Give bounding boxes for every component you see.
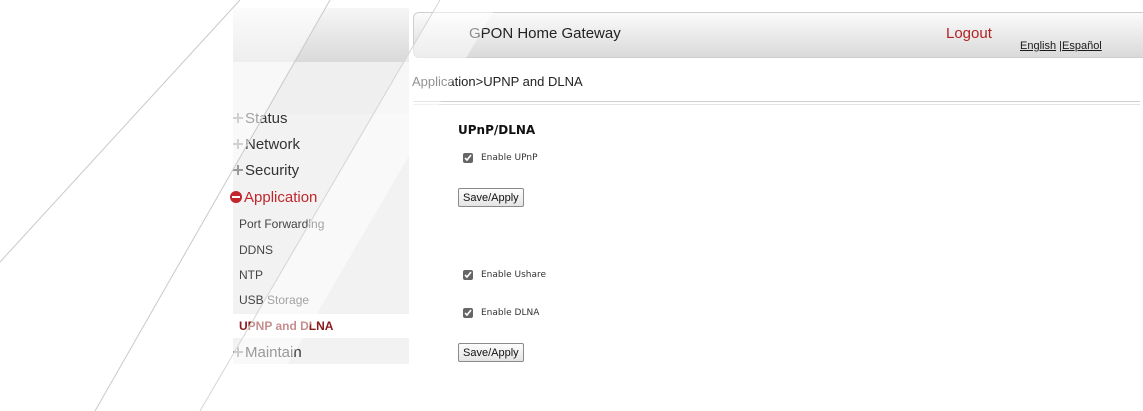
sidebar-item-network[interactable]: Network bbox=[233, 133, 409, 155]
sidebar-header-band bbox=[233, 8, 409, 62]
enable-ushare-row: Enable Ushare bbox=[463, 270, 546, 280]
watermark bbox=[0, 0, 500, 411]
sidebar-item-usb-storage[interactable]: USB Storage bbox=[233, 288, 409, 312]
sidebar-item-application[interactable]: Application bbox=[230, 186, 409, 208]
sidebar-item-label: DDNS bbox=[239, 243, 274, 257]
enable-ushare-checkbox[interactable] bbox=[463, 270, 473, 280]
sidebar: Status Network Security Application Port… bbox=[230, 8, 409, 368]
enable-dlna-row: Enable DLNA bbox=[463, 308, 539, 318]
sidebar-item-label: Network bbox=[245, 135, 301, 153]
sidebar-item-label: Port Forwarding bbox=[239, 217, 325, 231]
collapse-minus-icon bbox=[230, 191, 242, 203]
sidebar-item-security[interactable]: Security bbox=[233, 159, 409, 181]
sidebar-item-label: Maintain bbox=[245, 343, 302, 361]
language-switcher: English |Español bbox=[1020, 40, 1102, 52]
sidebar-item-label: USB Storage bbox=[239, 293, 310, 307]
espanol-link[interactable]: Español bbox=[1062, 40, 1102, 52]
sidebar-item-label: Status bbox=[245, 109, 288, 127]
top-header: GPON Home Gateway Logout English |Españo… bbox=[413, 12, 1143, 58]
expand-plus-icon bbox=[233, 113, 243, 123]
sidebar-item-label: NTP bbox=[239, 268, 263, 282]
logout-link[interactable]: Logout bbox=[946, 25, 992, 42]
upnp-save-apply-button[interactable]: Save/Apply bbox=[458, 188, 524, 207]
header-divider bbox=[413, 101, 1140, 105]
sidebar-item-label: Security bbox=[245, 161, 300, 179]
sidebar-item-ntp[interactable]: NTP bbox=[233, 263, 409, 287]
sidebar-item-maintain[interactable]: Maintain bbox=[233, 341, 409, 363]
sidebar-item-label: UPNP and DLNA bbox=[239, 319, 334, 333]
expand-plus-icon bbox=[233, 165, 243, 175]
enable-upnp-label: Enable UPnP bbox=[481, 153, 538, 163]
expand-plus-icon bbox=[233, 347, 243, 357]
sidebar-item-port-forwarding[interactable]: Port Forwarding bbox=[233, 212, 409, 236]
expand-plus-icon bbox=[233, 139, 243, 149]
enable-dlna-checkbox[interactable] bbox=[463, 308, 473, 318]
section-title: UPnP/DLNA bbox=[458, 123, 536, 137]
app-title: GPON Home Gateway bbox=[469, 25, 621, 42]
sidebar-item-upnp-dlna[interactable]: UPNP and DLNA bbox=[233, 314, 409, 338]
breadcrumb: Application>UPNP and DLNA bbox=[412, 74, 583, 89]
sidebar-item-ddns[interactable]: DDNS bbox=[233, 238, 409, 262]
enable-ushare-label: Enable Ushare bbox=[481, 270, 547, 280]
enable-dlna-label: Enable DLNA bbox=[481, 308, 540, 318]
enable-upnp-row: Enable UPnP bbox=[463, 153, 538, 163]
sidebar-item-label: Application bbox=[244, 188, 318, 206]
english-link[interactable]: English bbox=[1020, 40, 1056, 52]
enable-upnp-checkbox[interactable] bbox=[463, 153, 473, 163]
dlna-save-apply-button[interactable]: Save/Apply bbox=[458, 343, 524, 362]
sidebar-item-status[interactable]: Status bbox=[233, 107, 409, 129]
